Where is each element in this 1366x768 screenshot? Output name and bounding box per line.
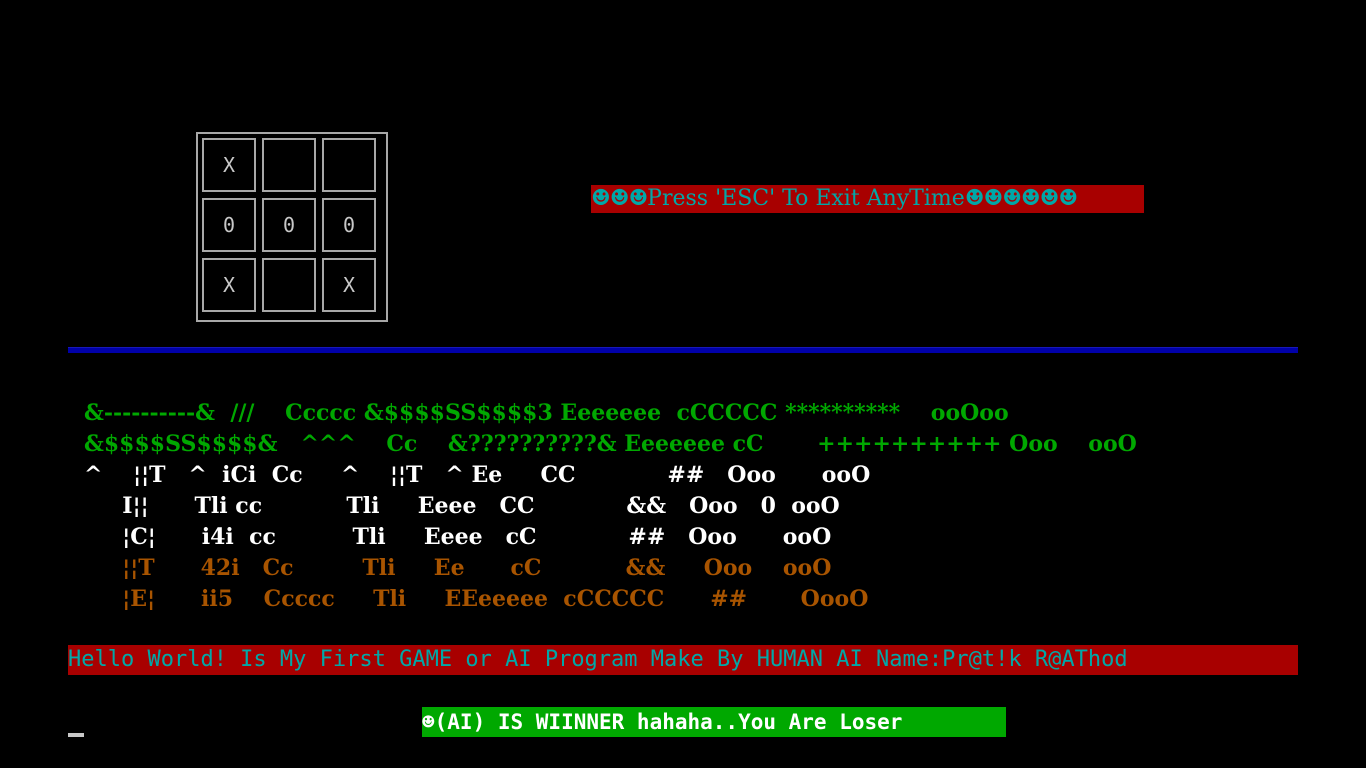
text-cursor [68,733,84,737]
board-cell-9[interactable]: X [322,258,376,312]
board-cell-4[interactable]: 0 [202,198,256,252]
board-cell-1[interactable]: X [202,138,256,192]
board-cell-8[interactable] [262,258,316,312]
smiley-icons-left: ☻☻☻ [591,186,648,211]
esc-exit-banner: ☻☻☻ Press 'ESC' To Exit AnyTime ☻☻☻☻☻☻ [591,185,1144,213]
hello-world-banner: Hello World! Is My First GAME or AI Prog… [68,645,1298,675]
board-cell-3[interactable] [322,138,376,192]
esc-exit-text: Press 'ESC' To Exit AnyTime [647,186,965,211]
ascii-art-line: I¦¦ Tli cc Tli Eeee CC && Ooo 0 ooO [84,493,840,519]
ascii-art-line: &----------& /// Ccccc &$$$$SS$$$$3 Eeee… [84,400,1009,426]
ascii-art-line: &$$$$SS$$$$& ^^^ Cc &??????????& Eeeeeee… [84,431,1137,457]
ascii-art-line: ¦¦T 42i Cc Tli Ee cC && Ooo ooO [84,555,832,581]
winner-banner: ☻(AI) IS WIINNER hahaha..You Are Loser [422,707,1006,737]
ascii-art-title: &----------& /// Ccccc &$$$$SS$$$$3 Eeee… [84,398,1137,615]
board-cell-6[interactable]: 0 [322,198,376,252]
ascii-art-line: ^ ¦¦T ^ iCi Cc ^ ¦¦T ^ Ee CC ## Ooo ooO [84,462,871,488]
smiley-icons-right: ☻☻☻☻☻☻ [964,186,1078,211]
blue-divider [68,347,1298,353]
board-cell-5[interactable]: 0 [262,198,316,252]
board-cell-7[interactable]: X [202,258,256,312]
ascii-art-line: ¦E¦ ii5 Ccccc Tli EEeeeee cCCCCC ## OooO [84,586,869,612]
tic-tac-toe-board: X 0 0 0 X X [196,132,388,322]
ascii-art-line: ¦C¦ i4i cc Tli Eeee cC ## Ooo ooO [84,524,832,550]
board-cell-2[interactable] [262,138,316,192]
